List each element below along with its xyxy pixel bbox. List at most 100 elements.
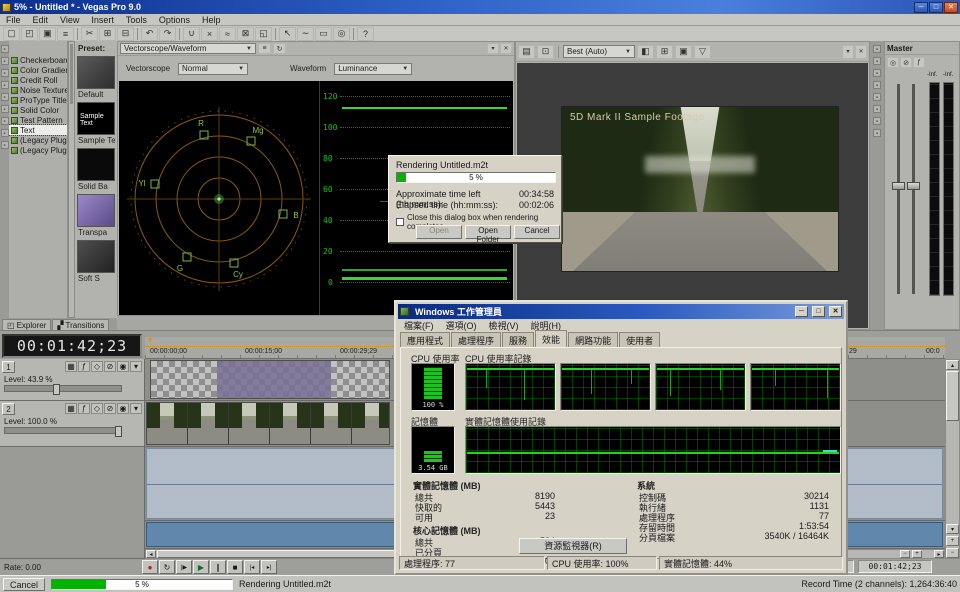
master-fx-icon[interactable]: ƒ [913,57,925,68]
menu-help[interactable]: Help [196,15,227,25]
preset-thumb-solid-background[interactable] [77,148,115,181]
menu-tools[interactable]: Tools [120,15,153,25]
automation-settings-icon[interactable]: ◇ [91,403,103,414]
zoom-edit-tool-icon[interactable]: ◎ [333,27,350,41]
dock-icon[interactable]: ▪ [1,141,9,149]
dock-icon[interactable]: ▪ [873,57,881,65]
record-icon[interactable]: ● [142,560,158,574]
open-icon[interactable]: ◰ [21,27,38,41]
dock-icon[interactable]: ▪ [873,45,881,53]
zoom-in-track-icon[interactable]: + [946,536,959,546]
go-to-end-icon[interactable]: ▸| [261,560,277,574]
undo-icon[interactable]: ↶ [141,27,158,41]
scope-update-icon[interactable]: ↻ [273,43,286,54]
play-from-start-icon[interactable]: |▶ [176,560,192,574]
scope-type-dropdown[interactable]: Vectorscope/Waveform▼ [120,43,256,54]
generator-item-legacy-plugin[interactable]: (Legacy Plug-in) [9,135,67,145]
menu-edit[interactable]: Edit [27,15,55,25]
track-header-1[interactable]: 1 ▦ƒ◇⊘◉▾ Level: 43.9 % [0,359,145,401]
tab-explorer[interactable]: ◰Explorer [2,319,51,331]
zoom-out-track-icon[interactable]: − [946,548,959,558]
taskman-menu-file[interactable]: 檔案(F) [398,319,440,332]
solo-icon[interactable]: ◉ [117,403,129,414]
track-fx-icon[interactable]: ƒ [78,403,90,414]
timecode-display[interactable]: 00:01:42;23 [2,334,142,358]
scroll-right-icon[interactable]: ▸ [934,550,944,558]
timeline-marker-icon[interactable]: ▼ [147,337,154,344]
stop-icon[interactable]: ■ [227,560,243,574]
auto-crossfade-icon[interactable]: × [201,27,218,41]
pin-icon[interactable]: ▾ [842,45,854,59]
loop-playback-icon[interactable]: ↻ [159,560,175,574]
scrollbar-thumb[interactable] [157,550,407,558]
minimize-icon[interactable]: ─ [914,2,928,13]
save-icon[interactable]: ▣ [39,27,56,41]
track-header-2[interactable]: 2 ▦ƒ◇⊘◉▾ Level: 100.0 % [0,401,145,447]
scroll-up-icon[interactable]: ▴ [946,360,959,370]
paste-icon[interactable]: ⊟ [117,27,134,41]
generator-item-test-pattern[interactable]: Test Pattern [9,115,67,125]
tab-performance[interactable]: 效能 [535,330,567,347]
tab-networking[interactable]: 網路功能 [568,332,618,348]
save-snapshot-icon[interactable]: ▽ [694,45,711,59]
timeline-vscrollbar[interactable]: ▴ ▾ + − [945,359,960,559]
dock-icon[interactable]: ▪ [1,117,9,125]
track-number[interactable]: 2 [2,403,15,415]
overlays-icon[interactable]: ⊞ [656,45,673,59]
lock-envelopes-icon[interactable]: ⊠ [237,27,254,41]
dock-icon[interactable]: ▪ [1,105,9,113]
automation-settings-icon[interactable]: ◇ [91,361,103,372]
solo-icon[interactable]: ◉ [117,361,129,372]
track-level-slider[interactable] [4,427,122,434]
waveform-mode-dropdown[interactable]: Luminance▼ [334,63,412,75]
menu-file[interactable]: File [0,15,27,25]
whats-this-help-icon[interactable]: ? [357,27,374,41]
generator-list-scrollbar[interactable] [68,41,75,318]
maximize-icon[interactable]: □ [812,306,825,317]
master-fader-handle[interactable] [892,182,905,190]
tab-services[interactable]: 服務 [502,332,534,348]
track-motion-icon[interactable]: ▦ [65,403,77,414]
generator-item-credit-roll[interactable]: Credit Roll [9,75,67,85]
envelope-edit-tool-icon[interactable]: ∼ [297,27,314,41]
dock-icon[interactable]: ▪ [1,45,9,53]
generator-item-checkerboard[interactable]: Checkerboard [9,55,67,65]
preset-thumb-soft-shadow[interactable] [77,240,115,273]
master-fader-handle[interactable] [907,182,920,190]
generator-item-text-selected[interactable]: Text [9,125,67,135]
close-icon[interactable]: ✕ [500,43,512,54]
scrollbar-thumb[interactable] [70,44,73,104]
mute-icon[interactable]: ⊘ [104,361,116,372]
dock-icon[interactable]: ▪ [1,81,9,89]
dialog-cancel-button[interactable]: Cancel [514,225,560,239]
generator-item-legacy-plugin[interactable]: (Legacy Plug-in) [9,145,67,155]
video-event[interactable] [146,402,390,445]
zoom-in-time-icon[interactable]: + [912,550,922,558]
normal-edit-tool-icon[interactable]: ↖ [279,27,296,41]
track-level-slider[interactable] [4,385,122,392]
text-overlay-event[interactable] [150,360,390,399]
split-screen-view-icon[interactable]: ◧ [637,45,654,59]
slider-thumb[interactable] [53,384,60,395]
dock-icon[interactable]: ▪ [873,117,881,125]
preview-quality-dropdown[interactable]: Best (Auto)▼ [563,45,635,58]
scroll-down-icon[interactable]: ▾ [946,524,959,534]
dock-icon[interactable]: ▪ [1,129,9,137]
close-icon[interactable]: ✕ [944,2,958,13]
external-monitor-icon[interactable]: ⊡ [537,45,554,59]
close-icon[interactable]: ✕ [855,45,867,59]
minimize-icon[interactable]: ─ [795,306,808,317]
ignore-event-grouping-icon[interactable]: ◱ [255,27,272,41]
project-properties-icon[interactable]: ≡ [57,27,74,41]
preset-thumb-default[interactable] [77,56,115,89]
dim-output-icon[interactable]: ⊘ [900,57,912,68]
zoom-out-time-icon[interactable]: − [900,550,910,558]
tab-users[interactable]: 使用者 [619,332,660,348]
go-to-start-icon[interactable]: |◂ [244,560,260,574]
preset-thumb-transparent[interactable] [77,194,115,227]
scope-settings-icon[interactable]: ≡ [258,43,271,54]
generator-item-color-gradient[interactable]: Color Gradient [9,65,67,75]
maximize-icon[interactable]: □ [929,2,943,13]
enable-snapping-icon[interactable]: ∪ [183,27,200,41]
taskman-menu-options[interactable]: 選項(O) [440,319,483,332]
